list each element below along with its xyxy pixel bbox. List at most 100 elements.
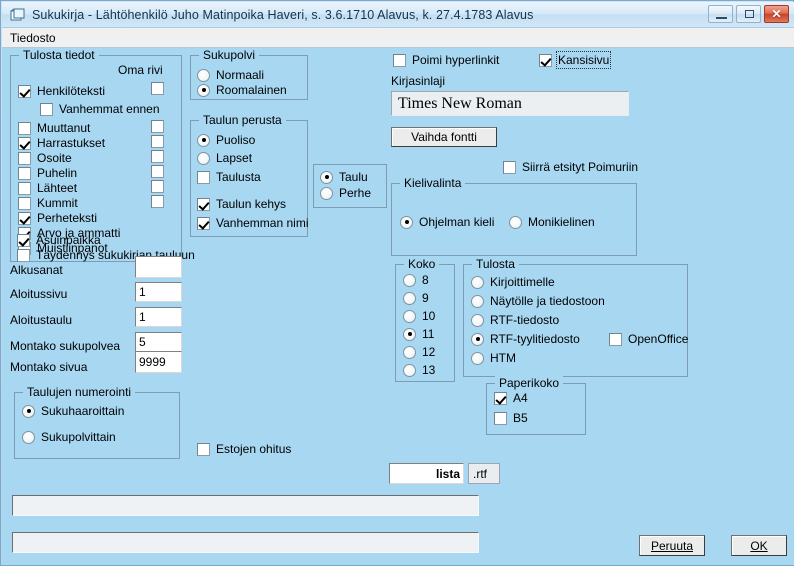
radio-koko-12[interactable]: 12: [403, 345, 435, 359]
ok-button[interactable]: OK: [731, 535, 787, 556]
checkbox-box: [18, 181, 31, 195]
input-alkusanat[interactable]: [135, 256, 182, 278]
application-window: Sukukirja - Lähtöhenkilö Juho Matinpoika…: [0, 0, 794, 566]
radio-koko-9[interactable]: 9: [403, 291, 429, 305]
group-kielivalinta: Kielivalinta Ohjelman kieli Monikielinen: [391, 176, 637, 256]
checkbox-muuttanut[interactable]: Muuttanut: [18, 121, 90, 135]
radio-monikielinen[interactable]: Monikielinen: [509, 215, 595, 229]
radio-taulun-perusta-lapset[interactable]: Lapset: [197, 151, 252, 165]
checkbox-box: [18, 84, 31, 98]
checkbox-oma-rivi-osoite[interactable]: [151, 150, 164, 163]
checkbox-vanhemmat-ennen[interactable]: Vanhemmat ennen: [40, 102, 160, 116]
checkbox-taulun-kehys[interactable]: Taulun kehys: [197, 197, 286, 211]
close-icon: ✕: [771, 7, 782, 21]
title-bar[interactable]: Sukukirja - Lähtöhenkilö Juho Matinpoika…: [2, 2, 794, 28]
radio-sukupolvittain[interactable]: Sukupolvittain: [22, 430, 116, 444]
checkbox-oma-rivi-henkiloteksti[interactable]: [151, 82, 164, 95]
checkbox-oma-rivi-harrastukset[interactable]: [151, 135, 164, 148]
input-aloitustaulu[interactable]: [135, 307, 182, 327]
checkbox-kummit[interactable]: Kummit: [18, 196, 78, 210]
change-font-button[interactable]: Vaihda fontti: [391, 127, 497, 147]
close-button[interactable]: ✕: [764, 5, 789, 23]
checkbox-lahteet[interactable]: Lähteet: [18, 181, 77, 195]
checkbox-paperikoko-a4[interactable]: A4: [494, 391, 528, 405]
checkbox-label: Siirrä etsityt Poimuriin: [522, 160, 639, 174]
group-title-tulosta-tiedot: Tulosta tiedot: [19, 48, 99, 62]
input-filename[interactable]: [389, 463, 464, 484]
radio-tulosta-rtf-tiedosto[interactable]: RTF-tiedosto: [471, 313, 559, 327]
checkbox-box: [539, 53, 552, 67]
checkbox-label: Lähteet: [37, 181, 78, 195]
checkbox-estojen-ohitus[interactable]: Estojen ohitus: [197, 442, 291, 456]
radio-koko-11[interactable]: 11: [403, 327, 434, 341]
radio-sukuhaaroittain[interactable]: Sukuhaaroittain: [22, 404, 124, 418]
radio-label: 13: [422, 363, 436, 377]
input-aloitussivu[interactable]: [135, 282, 182, 302]
checkbox-oma-rivi-puhelin[interactable]: [151, 165, 164, 178]
checkbox-harrastukset[interactable]: Harrastukset: [18, 136, 105, 150]
radio-taulu[interactable]: Taulu: [320, 170, 368, 184]
checkbox-label: Muuttanut: [37, 121, 91, 135]
radio-tulosta-rtf-tyylitiedosto[interactable]: RTF-tyylitiedosto: [471, 332, 580, 346]
checkbox-poimi-hyperlinkit[interactable]: Poimi hyperlinkit: [393, 53, 499, 67]
checkbox-kansisivu[interactable]: Kansisivu: [539, 51, 612, 69]
radio-label: Perhe: [339, 186, 372, 200]
radio-perhe[interactable]: Perhe: [320, 186, 371, 200]
radio-label: Sukuhaaroittain: [41, 404, 125, 418]
radio-tulosta-htm[interactable]: HTM: [471, 351, 516, 365]
group-paperikoko: Paperikoko A4 B5: [486, 376, 586, 435]
label-kirjasinlaji: Kirjasinlaji: [391, 74, 446, 88]
radio-box: [403, 273, 416, 287]
checkbox-puhelin[interactable]: Puhelin: [18, 166, 77, 180]
checkbox-box: [503, 160, 516, 174]
radio-label: Kirjoittimelle: [490, 275, 555, 289]
checkbox-label: B5: [513, 411, 528, 425]
maximize-button[interactable]: [736, 5, 761, 23]
checkbox-taulusta[interactable]: Taulusta: [197, 170, 261, 184]
radio-label: RTF-tyylitiedosto: [490, 332, 580, 346]
radio-box: [471, 275, 484, 289]
checkbox-siirra-etsityt-poimuriin[interactable]: Siirrä etsityt Poimuriin: [503, 160, 638, 174]
radio-sukupolvi-roomalainen[interactable]: Roomalainen: [197, 83, 287, 97]
radio-sukupolvi-normaali[interactable]: Normaali: [197, 68, 264, 82]
checkbox-box: [151, 195, 164, 208]
minimize-button[interactable]: [708, 5, 733, 23]
group-tulosta-tiedot: Tulosta tiedot Oma rivi Henkilöteksti Va…: [10, 48, 182, 262]
checkbox-label: Perheteksti: [37, 211, 98, 225]
radio-label: 9: [422, 291, 429, 305]
input-montako-sukupolvea[interactable]: [135, 332, 182, 352]
checkbox-asuinpaikka[interactable]: Asuinpaikka: [17, 233, 101, 247]
cancel-button[interactable]: Peruuta: [639, 535, 705, 556]
checkbox-oma-rivi-lahteet[interactable]: [151, 180, 164, 193]
window-document-icon: [10, 8, 26, 22]
checkbox-box: [18, 136, 31, 150]
checkbox-box: [197, 442, 210, 456]
radio-label: Normaali: [216, 68, 265, 82]
group-title-paperikoko: Paperikoko: [495, 376, 564, 390]
checkbox-box: [18, 211, 31, 225]
radio-tulosta-naytolle-ja-tiedostoon[interactable]: Näytölle ja tiedostoon: [471, 294, 605, 308]
menu-bar: Tiedosto: [2, 28, 794, 48]
checkbox-osoite[interactable]: Osoite: [18, 151, 72, 165]
radio-koko-8[interactable]: 8: [403, 273, 429, 287]
checkbox-paperikoko-b5[interactable]: B5: [494, 411, 528, 425]
checkbox-oma-rivi-kummit[interactable]: [151, 195, 164, 208]
input-montako-sivua[interactable]: [135, 351, 182, 373]
checkbox-henkiloteksti[interactable]: Henkilöteksti: [18, 84, 105, 98]
radio-koko-13[interactable]: 13: [403, 363, 435, 377]
status-bar-secondary: [12, 532, 479, 553]
radio-ohjelman-kieli[interactable]: Ohjelman kieli: [400, 215, 494, 229]
label-montako-sukupolvea: Montako sukupolvea: [10, 339, 121, 353]
checkbox-oma-rivi-muuttanut[interactable]: [151, 120, 164, 133]
checkbox-perheteksti[interactable]: Perheteksti: [18, 211, 97, 225]
radio-koko-10[interactable]: 10: [403, 309, 435, 323]
radio-label: Roomalainen: [216, 83, 287, 97]
group-sukupolvi: Sukupolvi Normaali Roomalainen: [190, 48, 308, 100]
checkbox-vanhemman-nimi[interactable]: Vanhemman nimi: [197, 216, 308, 230]
radio-tulosta-kirjoittimelle[interactable]: Kirjoittimelle: [471, 275, 555, 289]
checkbox-openoffice[interactable]: OpenOffice: [609, 332, 688, 346]
checkbox-label: Taulusta: [216, 170, 261, 184]
menu-item-tiedosto[interactable]: Tiedosto: [2, 29, 64, 47]
radio-taulun-perusta-puoliso[interactable]: Puoliso: [197, 133, 255, 147]
radio-label: Lapset: [216, 151, 253, 165]
